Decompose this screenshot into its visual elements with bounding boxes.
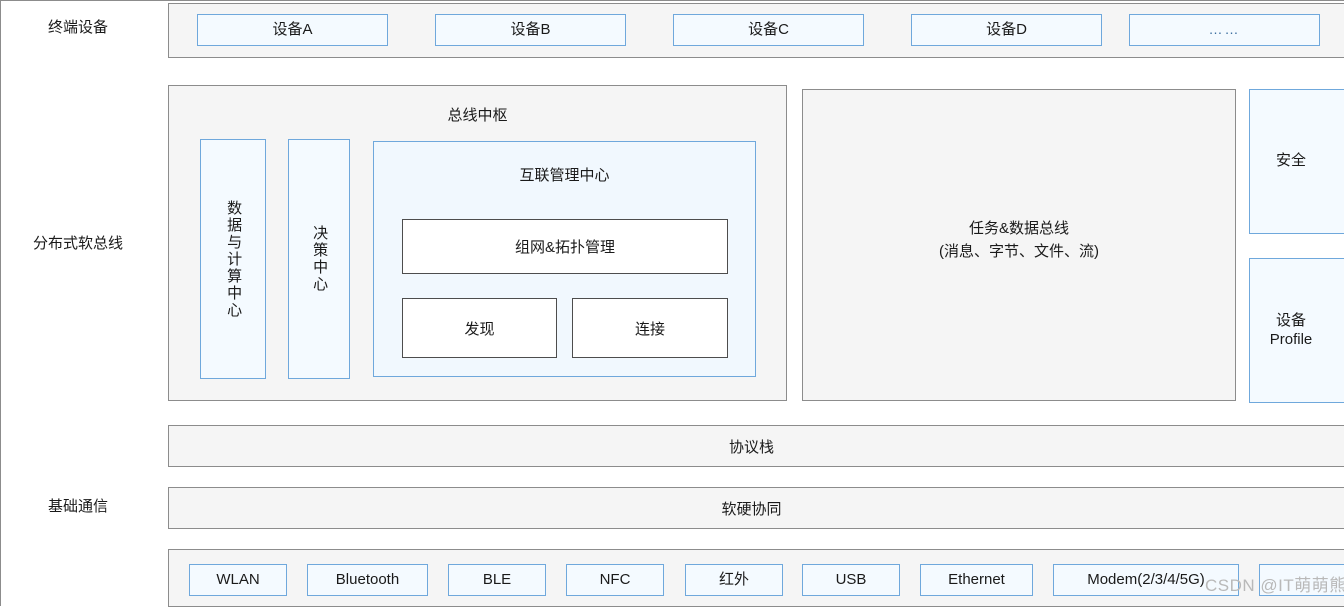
discovery-box[interactable]: 发现	[402, 298, 557, 358]
transport-chip-modem-label: Modem(2/3/4/5G)	[1087, 570, 1205, 588]
device-profile-label: 设备 Profile	[1269, 311, 1313, 348]
transport-chip-ble[interactable]: BLE	[448, 564, 546, 596]
device-chip-more[interactable]: ……	[1129, 14, 1320, 46]
transport-chip-wlan[interactable]: WLAN	[189, 564, 287, 596]
device-chip-d[interactable]: 设备D	[911, 14, 1102, 46]
transport-chip-more[interactable]	[1259, 564, 1344, 596]
hardware-software-collaboration-bar[interactable]: 软硬协同	[168, 487, 1344, 529]
task-data-bus-line1: 任务&数据总线	[968, 220, 1069, 237]
task-data-bus-panel: 任务&数据总线 (消息、字节、文件、流)	[802, 89, 1236, 401]
transport-chip-infrared-label: 红外	[718, 570, 749, 588]
networking-topology-management-box[interactable]: 组网&拓扑管理	[402, 219, 728, 274]
transport-chip-bluetooth-label: Bluetooth	[335, 570, 400, 588]
bus-hub-title: 总线中枢	[447, 107, 508, 124]
axis-label-distributed-soft-bus: 分布式软总线	[32, 235, 123, 252]
discovery-label: 发现	[464, 320, 495, 338]
security-label: 安全	[1275, 152, 1306, 170]
protocol-stack-label: 协议栈	[728, 438, 774, 456]
transport-chip-ethernet[interactable]: Ethernet	[920, 564, 1033, 596]
data-compute-center-chip[interactable]: 数据与计算中心	[200, 139, 266, 379]
device-chip-d-label: 设备D	[986, 20, 1027, 38]
transport-chip-wlan-label: WLAN	[216, 570, 260, 588]
transport-chip-bluetooth[interactable]: Bluetooth	[307, 564, 428, 596]
transport-chip-usb[interactable]: USB	[802, 564, 900, 596]
hardware-software-collaboration-label: 软硬协同	[721, 500, 782, 518]
transport-chip-nfc[interactable]: NFC	[566, 564, 664, 596]
axis-label-base-communication: 基础通信	[47, 498, 108, 515]
transport-chip-infrared[interactable]: 红外	[685, 564, 783, 596]
device-chip-b-label: 设备B	[510, 20, 551, 38]
decision-center-label: 决策中心	[311, 225, 329, 293]
transport-chip-nfc-label: NFC	[599, 570, 631, 588]
transport-chip-usb-label: USB	[835, 570, 867, 588]
interconnect-management-center-title: 互联管理中心	[519, 167, 610, 184]
device-chip-c[interactable]: 设备C	[673, 14, 864, 46]
device-chip-b[interactable]: 设备B	[435, 14, 626, 46]
task-data-bus-line2: (消息、字节、文件、流)	[939, 243, 1099, 260]
axis-label-terminal-devices: 终端设备	[47, 19, 108, 36]
protocol-stack-bar[interactable]: 协议栈	[168, 425, 1344, 467]
device-profile-chip[interactable]: 设备 Profile	[1249, 258, 1344, 403]
security-chip[interactable]: 安全	[1249, 89, 1344, 234]
device-chip-more-label: ……	[1208, 21, 1241, 38]
networking-topology-management-label: 组网&拓扑管理	[514, 239, 615, 256]
connection-label: 连接	[634, 320, 665, 338]
device-chip-c-label: 设备C	[748, 20, 789, 38]
device-chip-a-label: 设备A	[272, 20, 313, 38]
transport-chip-ble-label: BLE	[482, 570, 512, 588]
transport-chip-ethernet-label: Ethernet	[948, 570, 1005, 588]
transport-chip-modem[interactable]: Modem(2/3/4/5G)	[1053, 564, 1239, 596]
device-chip-a[interactable]: 设备A	[197, 14, 388, 46]
architecture-diagram: 终端设备 分布式软总线 基础通信 设备A 设备B 设备C 设备D …… 总线中枢…	[0, 0, 1344, 607]
connection-box[interactable]: 连接	[572, 298, 728, 358]
decision-center-chip[interactable]: 决策中心	[288, 139, 350, 379]
data-compute-center-label: 数据与计算中心	[225, 199, 243, 319]
